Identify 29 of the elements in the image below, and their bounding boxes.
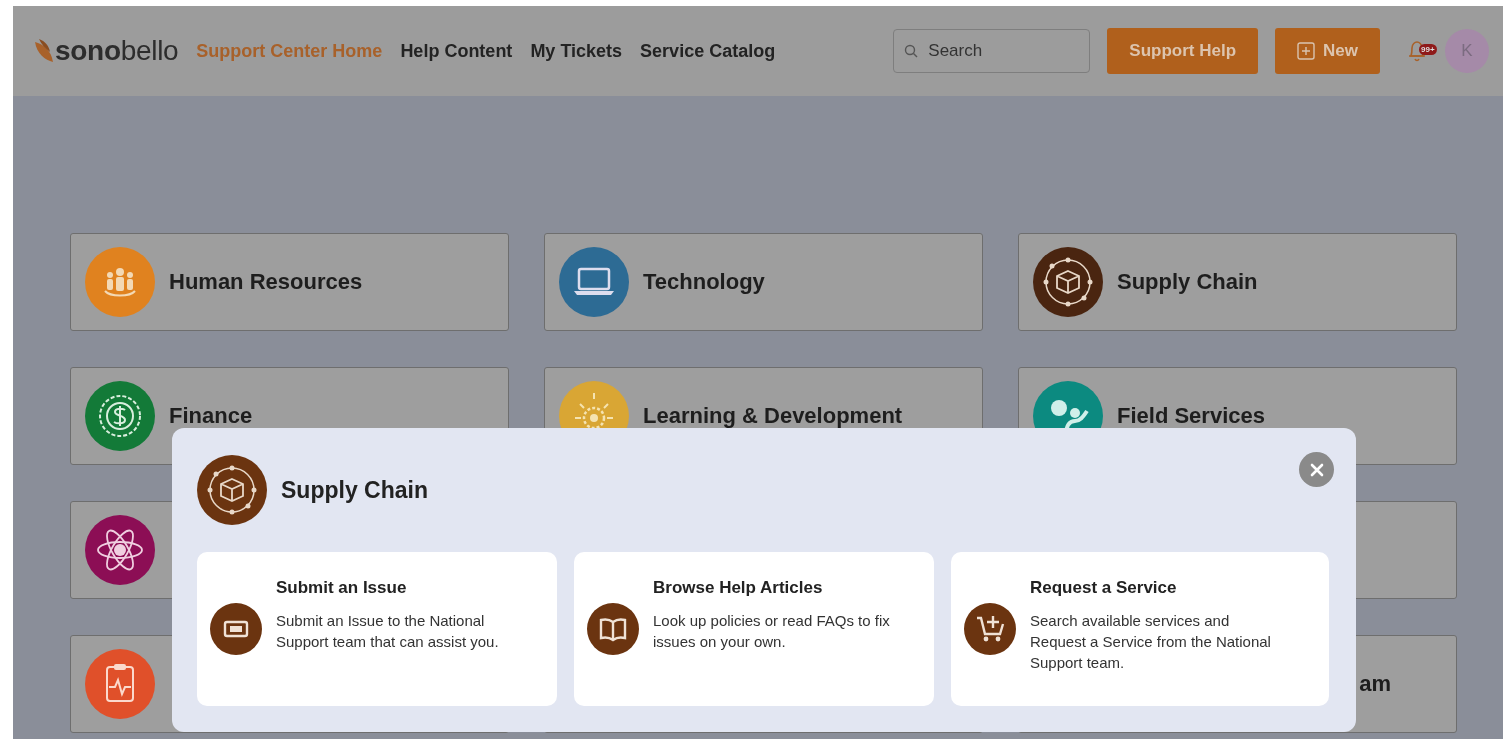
card-title: Browse Help Articles [653, 578, 824, 598]
card-text: Submit an Issue to the National Support team that can assist you. [276, 611, 500, 652]
book-icon [587, 603, 639, 655]
close-icon [1309, 462, 1324, 477]
action-card[interactable]: Browse Help Articles Look up policies or read FAQs to fix issues on your own. [574, 552, 934, 706]
box-icon [197, 455, 267, 525]
close-button[interactable] [1299, 452, 1334, 487]
nav-link[interactable]: My Tickets [530, 40, 623, 62]
nav-link[interactable]: Help Content [400, 40, 513, 62]
category-tile[interactable]: Technology [544, 233, 983, 331]
category-tile[interactable]: Human Resources [70, 233, 509, 331]
search-box[interactable]: Search [893, 29, 1091, 73]
notification-badge: 99+ [1419, 44, 1437, 55]
nav-link[interactable]: Service Catalog [640, 40, 776, 62]
card-text: Search available services and Request a Service from the National Support team. [1030, 611, 1272, 673]
action-card[interactable]: Request a Service Search available services and Request a Service from the National Support team. [951, 552, 1329, 706]
logo-text[interactable]: sonobello [55, 35, 179, 67]
ticket-icon [210, 603, 262, 655]
leaf-icon [33, 38, 55, 64]
plus-icon [1297, 42, 1316, 60]
search-icon [904, 44, 919, 58]
cart-icon [964, 603, 1016, 655]
search-field[interactable]: Search [926, 40, 1071, 62]
card-text: Look up policies or read FAQs to fix issues on your own. [653, 611, 891, 652]
category-tile[interactable]: Supply Chain [1018, 233, 1457, 331]
action-card[interactable]: Submit an Issue Submit an Issue to the National Support team that can assist you. [197, 552, 557, 706]
card-title: Request a Service [1030, 578, 1178, 598]
modal-title: Supply Chain [281, 476, 428, 504]
card-title: Submit an Issue [276, 578, 408, 598]
